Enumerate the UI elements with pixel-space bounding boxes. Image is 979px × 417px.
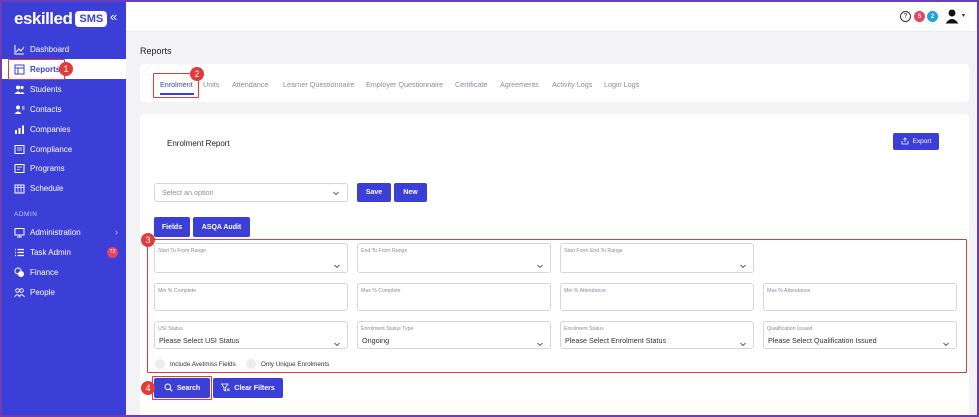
sidebar-item-schedule[interactable]: Schedule (2, 178, 126, 198)
step-marker-2: 2 (190, 67, 204, 81)
monitor-icon (14, 227, 25, 238)
sidebar-item-label: Contacts (30, 104, 62, 114)
section-label-admin: ADMIN (14, 211, 38, 218)
contacts-icon (14, 104, 25, 115)
export-label: Export (912, 138, 932, 145)
chevron-down-icon (332, 189, 340, 199)
sidebar-item-contacts[interactable]: Contacts (2, 99, 126, 119)
sidebar-item-companies[interactable]: Companies (2, 119, 126, 139)
help-icon[interactable]: ? (900, 11, 911, 22)
tab-agreements[interactable]: Agreements (500, 80, 539, 89)
notification-badge-red[interactable]: 5 (914, 11, 925, 22)
sidebar-item-task-admin[interactable]: Task Admin 72 (2, 242, 126, 262)
sidebar-item-label: Administration (30, 227, 81, 237)
brand-logo[interactable]: eskilled SMS (14, 9, 108, 29)
students-icon (14, 84, 25, 95)
sidebar-item-label: Companies (30, 124, 71, 134)
notification-badge-blue[interactable]: 2 (927, 11, 938, 22)
people-icon (14, 287, 25, 298)
list-icon (14, 247, 25, 258)
user-avatar-icon[interactable] (944, 8, 960, 24)
collapse-sidebar-icon[interactable]: « (110, 9, 117, 24)
tab-certificate[interactable]: Certificate (455, 80, 487, 89)
chevron-right-icon: › (115, 227, 118, 237)
saved-report-select[interactable]: Select an option (154, 183, 348, 202)
saved-report-select-value: Select an option (162, 188, 214, 197)
sidebar-item-label: Finance (30, 267, 59, 277)
clear-filters-button[interactable]: Clear Filters (213, 378, 283, 398)
compliance-icon (14, 144, 25, 155)
sidebar-item-finance[interactable]: Finance (2, 262, 126, 282)
app-frame: eskilled SMS « Dashboard Reports Student… (0, 0, 979, 417)
highlight-box-filters (147, 239, 967, 373)
sidebar-item-students[interactable]: Students (2, 79, 126, 99)
new-button[interactable]: New (394, 183, 427, 202)
sidebar-item-label: Programs (30, 163, 65, 173)
asqa-audit-button[interactable]: ASQA Audit (193, 217, 250, 237)
sidebar-item-administration[interactable]: Administration › (2, 222, 126, 242)
sidebar-item-programs[interactable]: Programs (2, 158, 126, 178)
top-bar: ? 5 2 ▾ (126, 2, 977, 32)
step-marker-4: 4 (141, 381, 155, 395)
export-button[interactable]: Export (893, 133, 939, 150)
filter-clear-icon (220, 383, 231, 394)
sidebar-item-people[interactable]: People (2, 282, 126, 302)
sidebar-item-dashboard[interactable]: Dashboard (2, 39, 126, 59)
highlight-box-search (152, 376, 212, 400)
sidebar-item-label: Task Admin (30, 247, 71, 257)
sidebar-item-label: Compliance (30, 144, 73, 154)
step-marker-1: 1 (59, 62, 73, 76)
companies-icon (14, 124, 25, 135)
user-menu-caret-icon[interactable]: ▾ (962, 12, 965, 19)
sidebar-item-label: Dashboard (30, 44, 70, 54)
tab-activity-logs[interactable]: Activity Logs (552, 80, 592, 89)
coins-icon (14, 267, 25, 278)
programs-icon (14, 163, 25, 174)
brand-name: eskilled (14, 9, 73, 28)
sidebar-item-label: Schedule (30, 183, 64, 193)
sidebar-item-label: People (30, 287, 55, 297)
export-icon (901, 136, 909, 147)
tab-employer-questionnaire[interactable]: Employer Questionnaire (366, 80, 443, 89)
task-count-badge: 72 (107, 246, 118, 258)
tab-attendance[interactable]: Attendance (232, 80, 268, 89)
chart-line-icon (14, 44, 25, 55)
tab-units[interactable]: Units (203, 80, 219, 89)
step-marker-3: 3 (141, 233, 155, 247)
tab-learner-questionnaire[interactable]: Learner Questionnaire (283, 80, 355, 89)
page-title: Reports (140, 46, 172, 56)
clear-filters-label: Clear Filters (234, 384, 275, 392)
brand-badge: SMS (75, 11, 108, 27)
highlight-box-reports (8, 59, 65, 80)
report-title: Enrolment Report (167, 139, 230, 148)
sidebar-item-compliance[interactable]: Compliance (2, 139, 126, 159)
fields-button[interactable]: Fields (154, 217, 190, 237)
sidebar-item-label: Students (30, 84, 62, 94)
tab-login-logs[interactable]: Login Logs (604, 80, 639, 89)
schedule-icon (14, 183, 25, 194)
save-button[interactable]: Save (357, 183, 391, 202)
